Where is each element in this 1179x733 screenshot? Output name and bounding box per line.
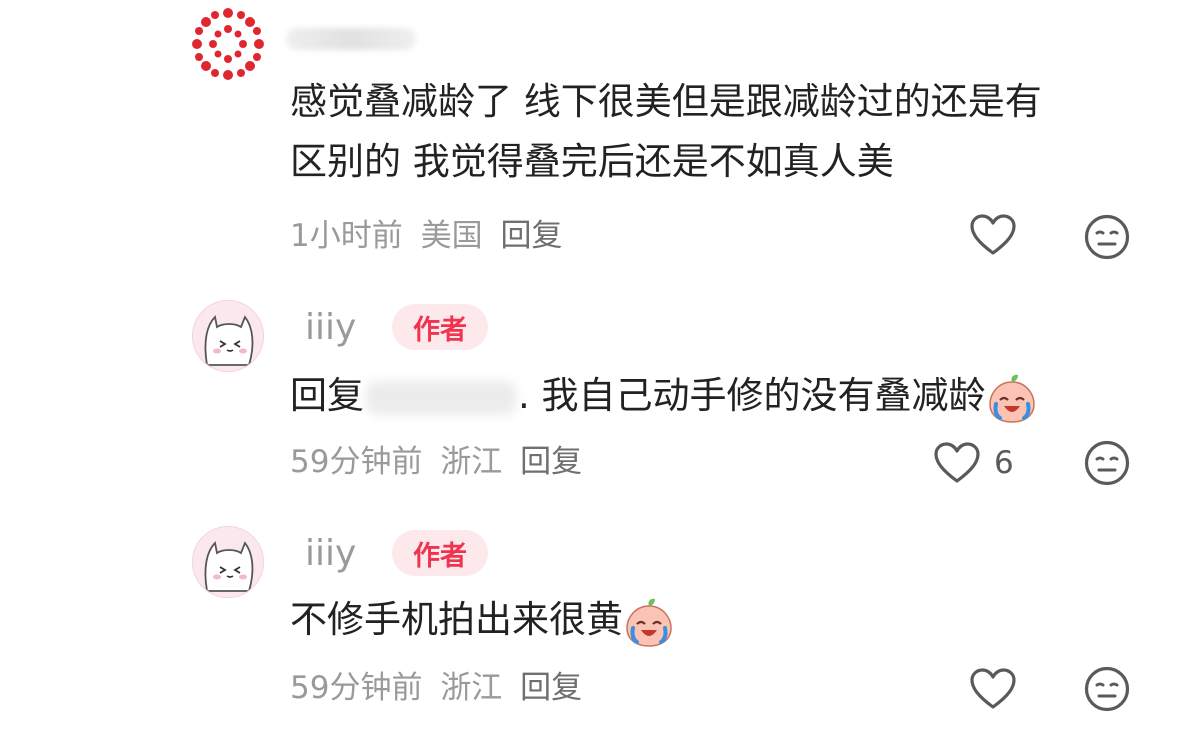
like-button[interactable] <box>970 214 1030 256</box>
comment-text: 回复. 我自己动手修的没有叠减龄 <box>290 366 1139 426</box>
avatar[interactable] <box>192 526 264 598</box>
dislike-button[interactable] <box>1084 214 1130 260</box>
username-blurred[interactable] <box>286 28 416 50</box>
comment-meta: 59分钟前 浙江 回复 <box>290 442 590 482</box>
username[interactable]: iiiy <box>305 532 356 576</box>
comment-time: 59分钟前 <box>290 444 423 480</box>
comment-location: 浙江 <box>440 444 503 480</box>
comment-text: 不修手机拍出来很黄 <box>290 590 1139 650</box>
username[interactable]: iiiy <box>305 306 356 350</box>
comment-body: 不修手机拍出来很黄 <box>290 598 623 641</box>
dislike-button[interactable] <box>1084 440 1130 486</box>
mentioned-user-blurred[interactable] <box>366 380 516 415</box>
comment-meta: 59分钟前 浙江 回复 <box>290 668 590 708</box>
reply-button[interactable]: 回复 <box>500 218 562 254</box>
heart-outline-icon <box>970 668 1016 709</box>
comment-time: 59分钟前 <box>290 670 423 706</box>
crying-peach-emoji <box>626 598 672 647</box>
mention-separator: . <box>518 374 542 417</box>
meh-face-icon <box>1084 666 1130 712</box>
reply-button[interactable]: 回复 <box>520 670 582 706</box>
cat-avatar-icon <box>193 527 263 597</box>
comment-text-line: 区别的 我觉得叠完后还是不如真人美 <box>290 140 894 183</box>
comment-text: 感觉叠减龄了 线下很美但是跟减龄过的还是有 区别的 我觉得叠完后还是不如真人美 <box>290 72 1139 192</box>
reply-prefix: 回复 <box>290 374 364 417</box>
meh-face-icon <box>1084 214 1130 260</box>
avatar[interactable] <box>192 8 264 80</box>
avatar[interactable] <box>192 300 264 372</box>
like-button[interactable] <box>970 668 1030 710</box>
reply-button[interactable]: 回复 <box>520 444 582 480</box>
heart-outline-icon <box>970 214 1016 255</box>
heart-outline-icon <box>934 442 980 483</box>
meh-face-icon <box>1084 440 1130 486</box>
dislike-button[interactable] <box>1084 666 1130 712</box>
comment-time: 1小时前 <box>290 218 403 254</box>
like-button[interactable]: 6 <box>934 442 1014 484</box>
comment-meta: 1小时前 美国 回复 <box>290 216 570 256</box>
author-badge: 作者 <box>392 304 488 350</box>
cat-avatar-icon <box>193 301 263 371</box>
author-badge: 作者 <box>392 530 488 576</box>
comment-body: 我自己动手修的没有叠减龄 <box>541 374 986 417</box>
avatar-dots-icon <box>192 8 264 80</box>
comment-text-line: 感觉叠减龄了 线下很美但是跟减龄过的还是有 <box>290 80 1042 123</box>
comment-location: 美国 <box>420 218 483 254</box>
like-count: 6 <box>994 445 1014 481</box>
crying-peach-emoji <box>988 374 1035 423</box>
comment-location: 浙江 <box>440 670 503 706</box>
